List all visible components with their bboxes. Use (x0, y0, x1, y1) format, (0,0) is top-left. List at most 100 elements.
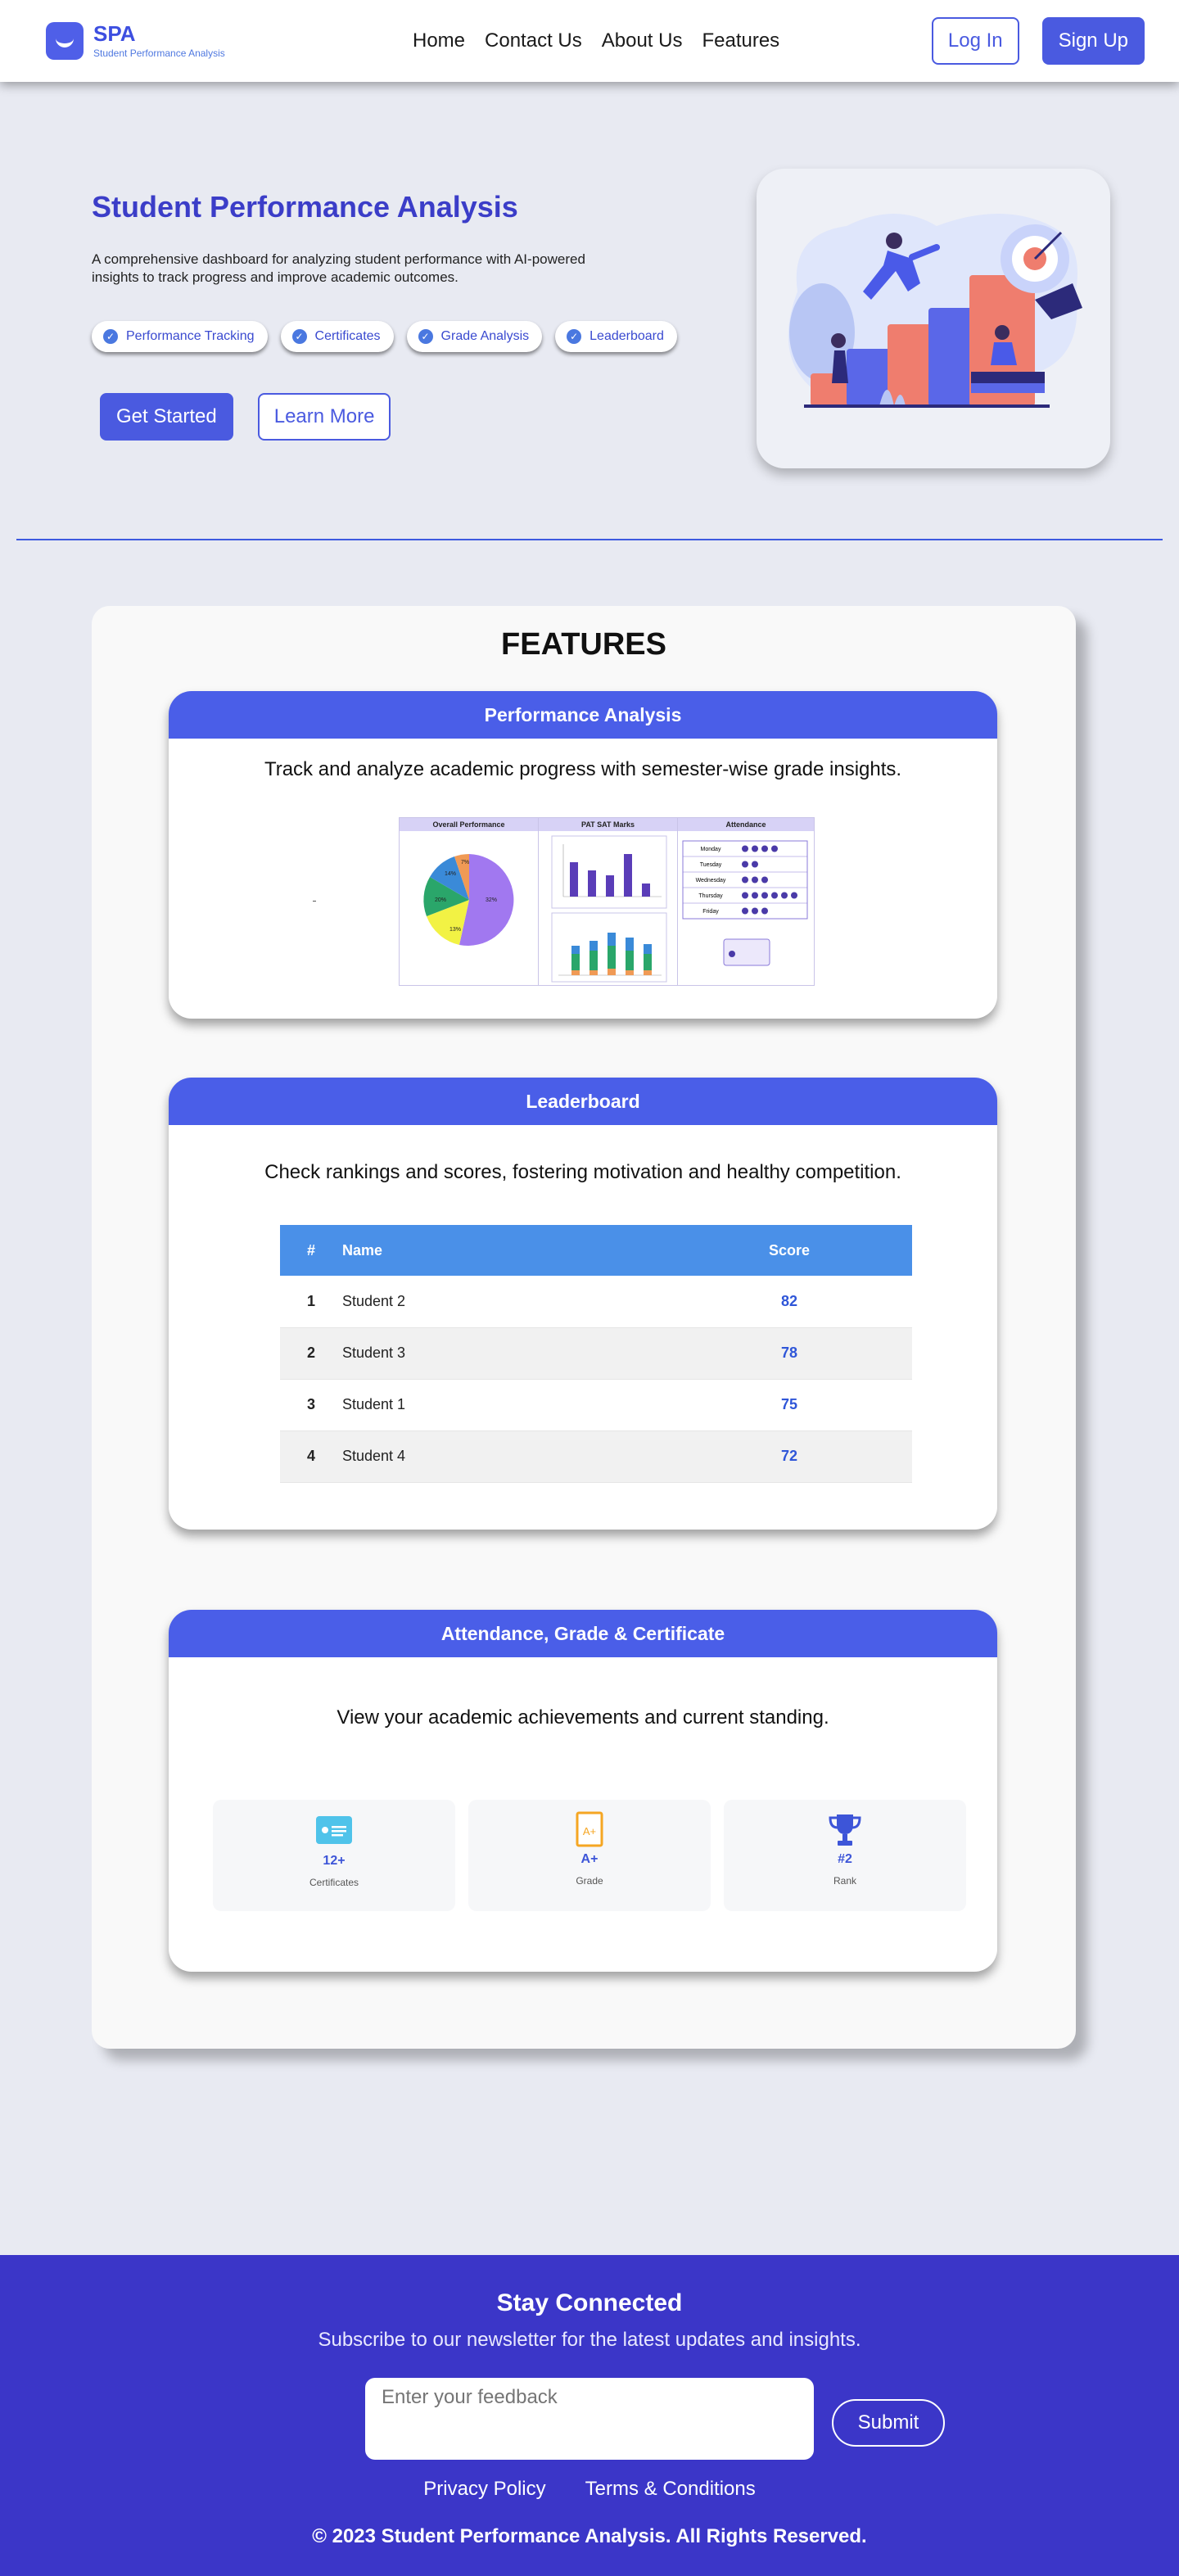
attendance-heading: Attendance (678, 818, 814, 831)
achievements-title: Attendance, Grade & Certificate (169, 1610, 997, 1657)
attendance-day-label: Thursday (698, 893, 723, 899)
terms-link[interactable]: Terms & Conditions (585, 2478, 756, 2501)
bar (606, 875, 614, 897)
attendance-dot (771, 845, 778, 852)
copyright: © 2023 Student Performance Analysis. All… (312, 2525, 867, 2547)
section-divider (16, 539, 1163, 540)
get-started-button[interactable]: Get Started (100, 393, 233, 441)
footer-links: Privacy Policy Terms & Conditions (0, 2478, 1179, 2501)
table-row[interactable]: 1 Student 2 82 (280, 1276, 912, 1328)
hero-section: Student Performance Analysis A comprehen… (0, 82, 1179, 540)
overall-performance-heading: Overall Performance (400, 818, 538, 831)
stat-certificates[interactable]: 12+ Certificates (213, 1800, 455, 1911)
site-footer: Stay Connected Subscribe to our newslett… (0, 2255, 1179, 2576)
stat-grade[interactable]: A+ A+ Grade (468, 1800, 711, 1911)
attendance-dot (752, 861, 758, 868)
row-name: Student 4 (342, 1430, 666, 1483)
hero-title: Student Performance Analysis (92, 190, 518, 224)
row-score: 82 (666, 1276, 912, 1328)
attendance-dot (742, 892, 748, 899)
privacy-policy-link[interactable]: Privacy Policy (423, 2478, 545, 2501)
bar (588, 870, 596, 897)
stat-rank[interactable]: #2 Rank (724, 1800, 966, 1911)
nav-about-us[interactable]: About Us (602, 29, 683, 52)
pat-sat-marks-panel: PAT SAT Marks (539, 818, 678, 985)
attendance-dot (752, 876, 758, 884)
attendance-dot (761, 876, 768, 884)
attendance-day-label: Friday (702, 909, 719, 915)
stat-label: Rank (833, 1875, 856, 1887)
row-score: 75 (666, 1379, 912, 1431)
nav-features[interactable]: Features (702, 29, 779, 52)
leaderboard-card: Leaderboard Check rankings and scores, f… (169, 1078, 997, 1530)
overall-performance-panel: Overall Performance 32% 13% 20% 14% 7% (400, 818, 539, 985)
performance-analysis-title: Performance Analysis (169, 691, 997, 739)
marks-bar-charts (551, 835, 667, 983)
attendance-dot (771, 892, 778, 899)
nav-home[interactable]: Home (413, 29, 465, 52)
pat-sat-marks-heading: PAT SAT Marks (539, 818, 677, 831)
auth-buttons: Log In Sign Up (931, 17, 1145, 65)
row-name: Student 2 (342, 1276, 666, 1328)
attendance-dot (752, 907, 758, 915)
grade-icon: A+ (576, 1811, 603, 1847)
feature-chips: ✓ Performance Tracking ✓ Certificates ✓ Gra… (92, 321, 677, 352)
feedback-input[interactable] (365, 2378, 814, 2460)
hero-illustration (757, 169, 1110, 468)
pie-label: 13% (449, 927, 461, 933)
performance-analysis-description: Track and analyze academic progress with… (264, 758, 902, 780)
performance-analysis-card: Performance Analysis Track and analyze a… (169, 691, 997, 1019)
bar (624, 854, 632, 897)
check-icon: ✓ (291, 329, 307, 344)
nav-contact-us[interactable]: Contact Us (485, 29, 582, 52)
chip-label: Performance Tracking (126, 329, 255, 343)
bar (642, 884, 650, 897)
legend-dot (729, 951, 735, 957)
signup-button[interactable]: Sign Up (1041, 17, 1145, 65)
stat-value: A+ (580, 1852, 599, 1866)
chip-performance-tracking[interactable]: ✓ Performance Tracking (92, 321, 268, 352)
row-rank: 3 (280, 1379, 342, 1431)
features-title: FEATURES (501, 627, 666, 662)
chip-certificates[interactable]: ✓ Certificates (280, 321, 394, 352)
attendance-dot (752, 845, 758, 852)
attendance-dot (742, 907, 748, 915)
check-icon: ✓ (418, 329, 433, 344)
attendance-dot (742, 845, 748, 852)
table-row[interactable]: 2 Student 3 78 (280, 1327, 912, 1380)
attendance-day-label: Tuesday (700, 862, 722, 868)
col-score-header: Score (666, 1225, 912, 1276)
chip-leaderboard[interactable]: ✓ Leaderboard (555, 321, 677, 352)
table-row[interactable]: 3 Student 1 75 (280, 1379, 912, 1431)
row-rank: 1 (280, 1276, 342, 1328)
brand-logo[interactable]: SPA Student Performance Analysis (46, 22, 390, 60)
row-name: Student 1 (342, 1379, 666, 1431)
footer-subtitle: Subscribe to our newsletter for the late… (318, 2329, 861, 2351)
stat-value: #2 (838, 1852, 852, 1866)
certificate-icon (316, 1816, 352, 1844)
trophy-icon (829, 1814, 861, 1846)
row-score: 78 (666, 1327, 912, 1380)
stat-label: Grade (576, 1875, 603, 1887)
attendance-dot (791, 892, 797, 899)
brand-name: SPA (93, 21, 136, 46)
attendance-dot (742, 876, 748, 884)
submit-button[interactable]: Submit (832, 2399, 945, 2447)
stat-label: Certificates (309, 1877, 359, 1888)
pie-label: 32% (486, 897, 497, 903)
login-button[interactable]: Log In (931, 17, 1019, 65)
chip-label: Grade Analysis (440, 329, 530, 343)
pie-label: 7% (461, 860, 469, 865)
col-name-header: Name (342, 1225, 666, 1276)
learn-more-button[interactable]: Learn More (257, 393, 391, 441)
table-row[interactable]: 4 Student 4 72 (280, 1430, 912, 1483)
main-nav: Home Contact Us About Us Features (413, 29, 932, 52)
col-rank-header: # (280, 1225, 342, 1276)
chip-grade-analysis[interactable]: ✓ Grade Analysis (406, 321, 543, 352)
pie-chart: 32% 13% 20% 14% 7% (423, 854, 514, 946)
leaderboard-description: Check rankings and scores, fostering mot… (264, 1161, 901, 1183)
footer-title: Stay Connected (496, 2289, 683, 2316)
attendance-dot (761, 845, 768, 852)
pie-label: 14% (445, 871, 456, 877)
row-name: Student 3 (342, 1327, 666, 1380)
